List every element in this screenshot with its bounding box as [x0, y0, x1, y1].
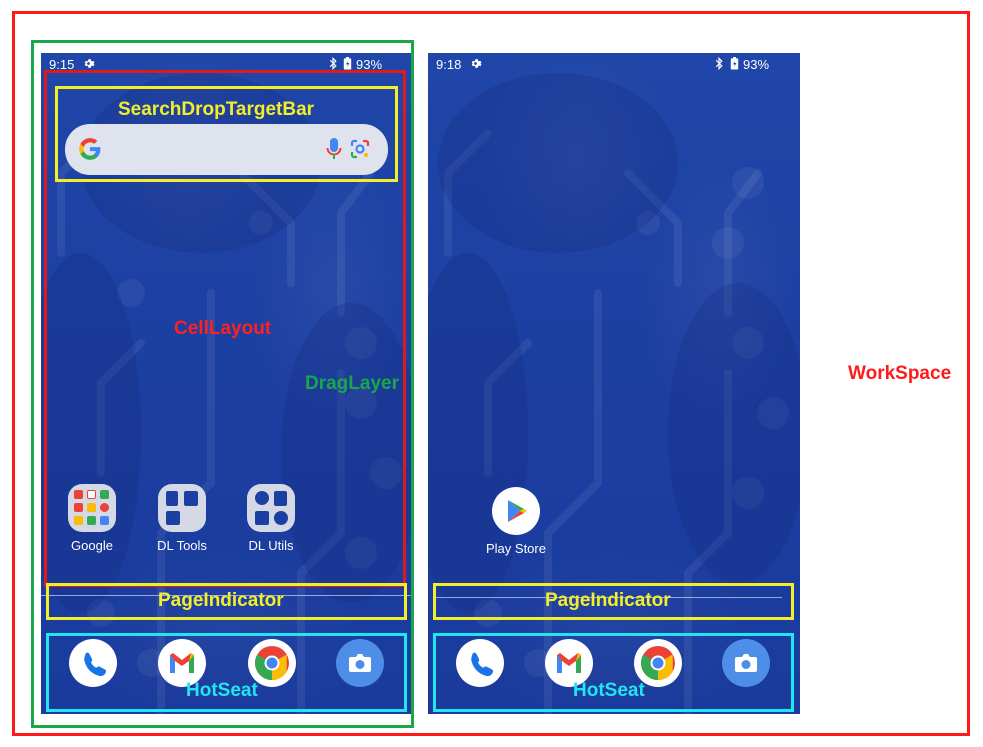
hotseat-label-right: HotSeat: [573, 680, 645, 701]
search-drop-target-bar-label: SearchDropTargetBar: [118, 99, 315, 120]
page-indicator-label-right: PageIndicator: [545, 590, 671, 611]
drag-layer-label: DragLayer: [305, 373, 399, 394]
app-play-store[interactable]: Play Store: [471, 487, 561, 556]
workspace-label: WorkSpace: [848, 363, 952, 384]
status-time: 9:18: [436, 57, 462, 72]
play-store-icon: [492, 487, 540, 535]
app-label: Play Store: [486, 541, 546, 556]
bluetooth-icon: [715, 57, 723, 70]
cell-layout-label: CellLayout: [174, 318, 272, 339]
status-bar: 9:18 93%: [428, 53, 800, 75]
page-indicator-label-left: PageIndicator: [158, 590, 284, 611]
battery-icon: [730, 57, 739, 70]
battery-percent: 93%: [743, 57, 770, 72]
play-triangle-graphic: [508, 500, 527, 522]
hotseat-label-left: HotSeat: [186, 680, 258, 701]
gear-icon: [471, 59, 482, 68]
